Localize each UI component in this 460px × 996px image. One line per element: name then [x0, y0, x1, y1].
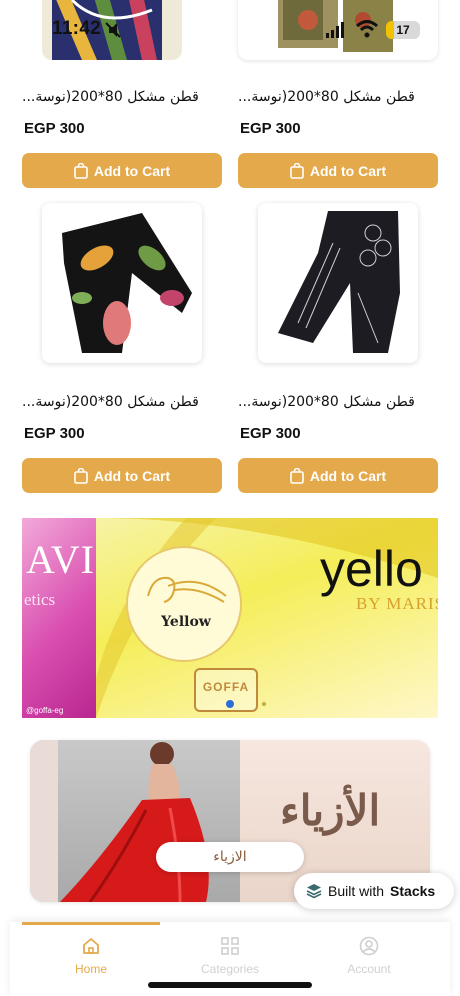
home-indicator	[148, 982, 312, 988]
product-title[interactable]: قطن مشكل 80*200(نوسة...	[22, 394, 222, 410]
product-image[interactable]	[42, 203, 202, 363]
product-image-top-right[interactable]	[238, 0, 438, 60]
scarf-image	[52, 0, 162, 60]
tab-account[interactable]: Account	[296, 932, 442, 982]
active-tab-indicator	[22, 922, 160, 925]
badge-prefix: Built with	[328, 883, 385, 899]
stacks-logo-icon	[306, 884, 322, 899]
product-image[interactable]	[258, 203, 418, 363]
banner-handle: @goffa-eg	[26, 706, 64, 715]
floral-scarf-image	[62, 213, 192, 353]
category-button[interactable]: الازياء	[156, 842, 304, 872]
product-price: EGP 300	[240, 120, 301, 137]
add-to-cart-button[interactable]: Add to Cart	[22, 458, 222, 493]
account-icon	[359, 936, 379, 956]
product-title[interactable]: قطن مشكل 80*200(نوسة...	[238, 394, 438, 410]
category-image	[30, 740, 240, 902]
shopping-bag-icon	[290, 162, 304, 179]
shopping-bag-icon	[290, 467, 304, 484]
add-to-cart-button[interactable]: Add to Cart	[238, 458, 438, 493]
promo-banner-carousel[interactable]: AVI etics @goffa-eg Yellow yello BY MARI…	[22, 518, 438, 718]
tab-categories[interactable]: Categories	[157, 932, 303, 982]
scarf-image	[278, 0, 393, 52]
banner-left-subtext: etics	[24, 590, 56, 609]
category-title: الأزياء	[280, 786, 381, 835]
tab-label: Account	[347, 962, 391, 976]
grid-icon	[221, 937, 239, 955]
yellow-brand-logo: Yellow	[126, 546, 242, 662]
product-image-top-left[interactable]	[42, 0, 182, 60]
product-price: EGP 300	[240, 425, 301, 442]
add-to-cart-label: Add to Cart	[309, 467, 387, 484]
built-with-stacks-badge[interactable]: Built with Stacks	[294, 873, 454, 909]
banner-slide-current: Yellow yello BY MARIS GOFFA	[96, 518, 438, 718]
pattern-scarf-image	[278, 211, 400, 353]
tab-home[interactable]: Home	[18, 932, 164, 982]
carousel-dot[interactable]	[262, 702, 266, 706]
add-to-cart-button[interactable]: Add to Cart	[238, 153, 438, 188]
tab-label: Categories	[200, 962, 260, 976]
add-to-cart-label: Add to Cart	[309, 162, 387, 179]
add-to-cart-label: Add to Cart	[93, 467, 171, 484]
shopping-bag-icon	[74, 162, 88, 179]
banner-byline: BY MARIS	[356, 594, 438, 613]
product-title[interactable]: قطن مشكل 80*200(نوسة...	[22, 89, 222, 105]
model-red-dress-image	[30, 740, 209, 902]
product-price: EGP 300	[24, 120, 85, 137]
banner-left-text: AVI	[26, 537, 95, 582]
banner-headline: yello	[320, 541, 423, 597]
carousel-dot-active[interactable]	[226, 700, 234, 708]
badge-brand: Stacks	[390, 883, 436, 899]
product-title[interactable]: قطن مشكل 80*200(نوسة...	[238, 89, 438, 105]
tab-label: Home	[74, 962, 107, 976]
product-price: EGP 300	[24, 425, 85, 442]
home-icon	[83, 938, 99, 954]
add-to-cart-button[interactable]: Add to Cart	[22, 153, 222, 188]
add-to-cart-label: Add to Cart	[93, 162, 171, 179]
banner-slide-previous: AVI etics @goffa-eg	[22, 518, 96, 718]
goffa-logo-text: GOFFA	[202, 680, 250, 694]
yellow-logo-text: Yellow	[161, 614, 211, 630]
shopping-bag-icon	[74, 467, 88, 484]
